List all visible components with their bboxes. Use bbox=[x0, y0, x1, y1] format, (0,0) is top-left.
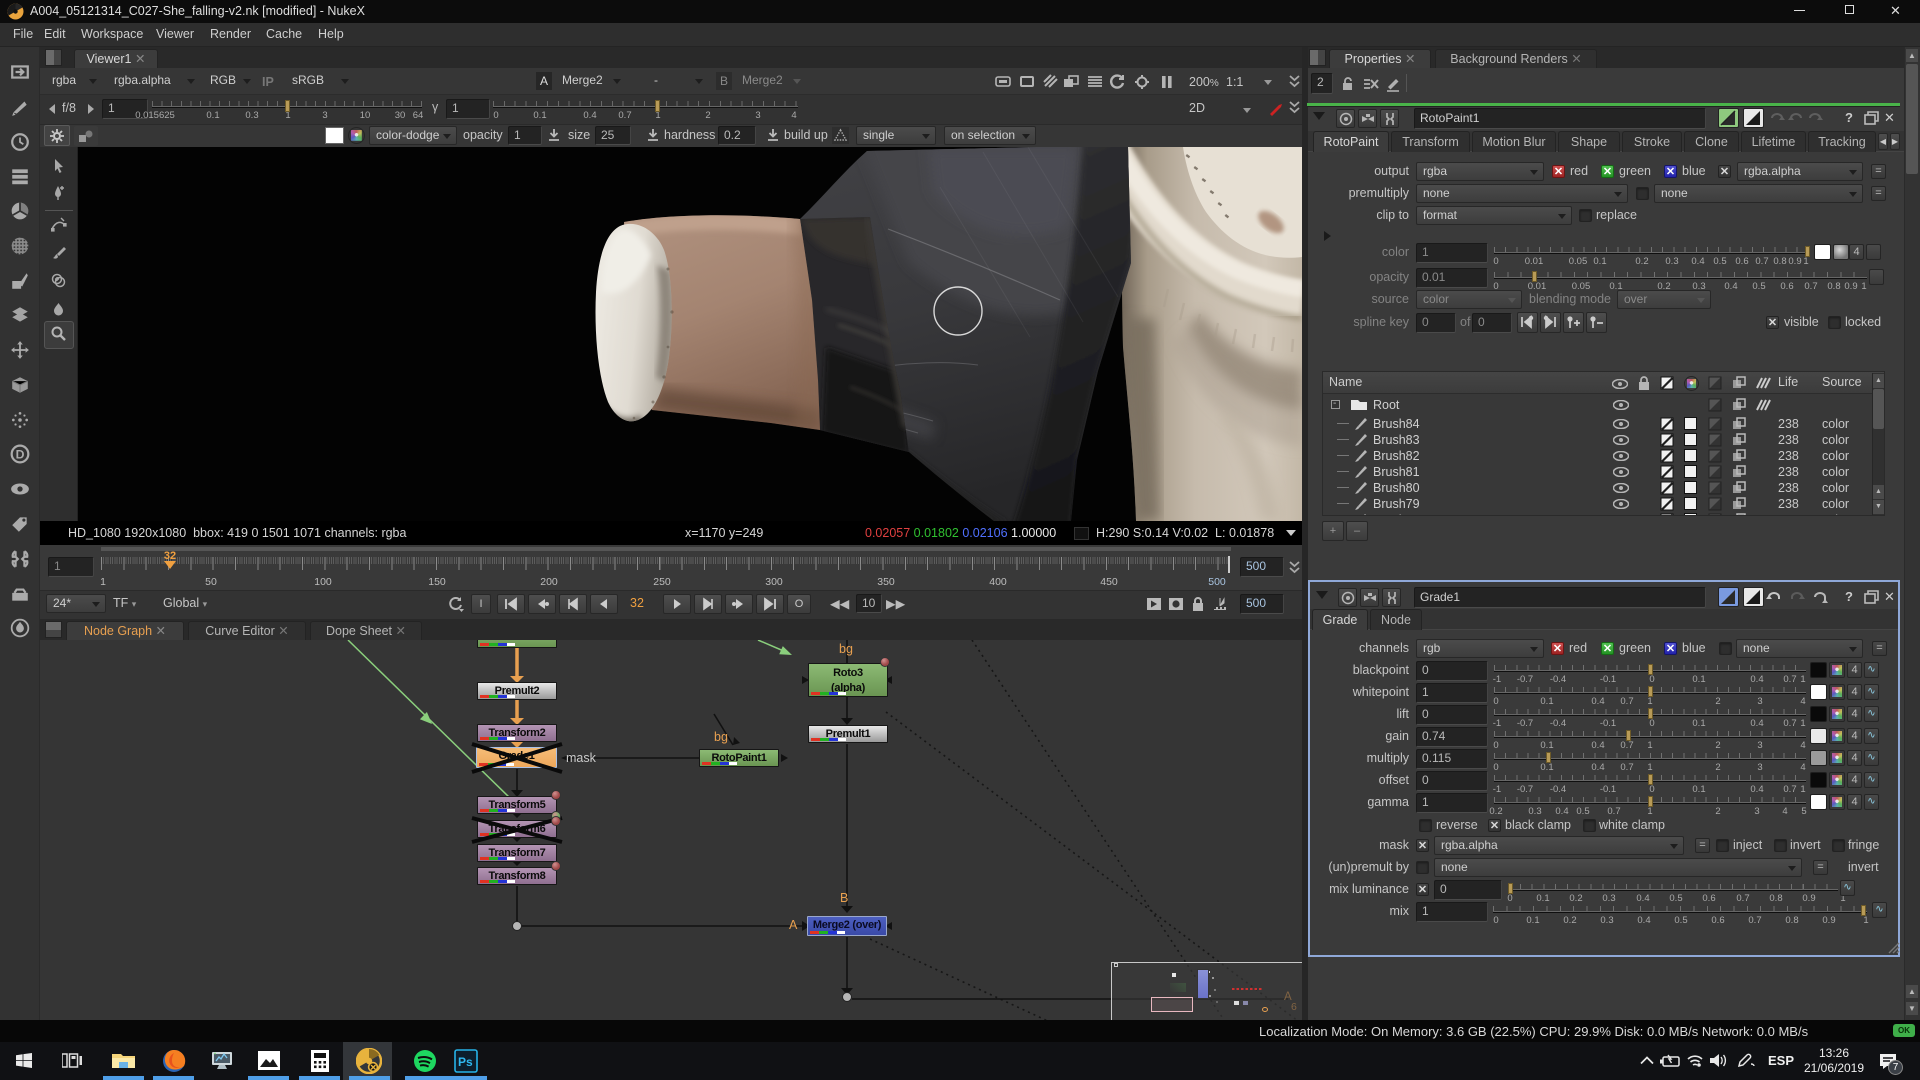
svg-text:Ps: Ps bbox=[458, 1055, 473, 1069]
svg-text:D: D bbox=[16, 447, 25, 461]
